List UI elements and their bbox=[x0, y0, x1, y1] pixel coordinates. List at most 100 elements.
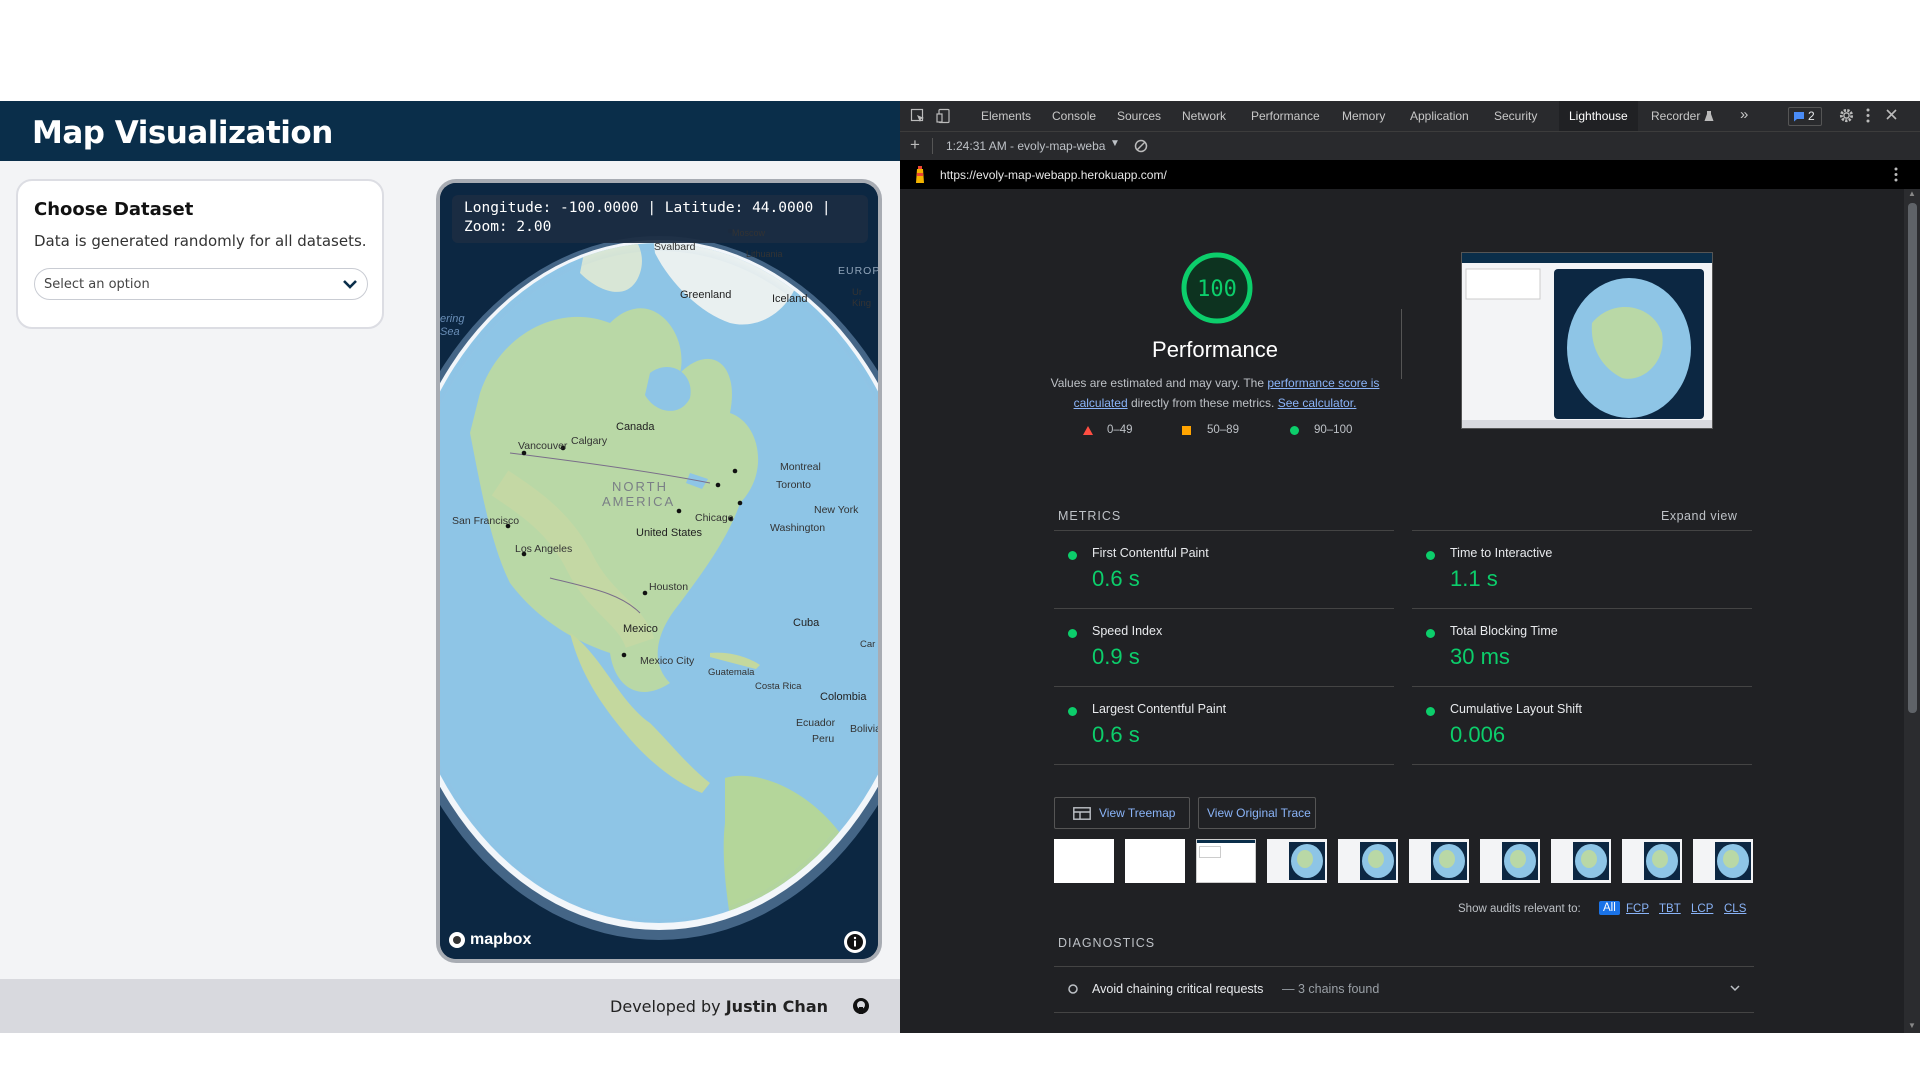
screen: Map Visualization Choose Dataset Data is… bbox=[0, 101, 1920, 1033]
map-label-san-francisco: San Francisco bbox=[452, 515, 520, 527]
metric-label: Largest Contentful Paint bbox=[1092, 702, 1227, 716]
pass-indicator-icon bbox=[1426, 629, 1435, 638]
metric-value: 1.1 s bbox=[1450, 566, 1498, 591]
metrics-section-title: METRICS bbox=[1058, 509, 1122, 523]
chevron-down-icon[interactable] bbox=[1730, 985, 1740, 992]
map-label-united-states: United States bbox=[636, 527, 703, 539]
pass-indicator-icon bbox=[1426, 551, 1435, 560]
tab-sources[interactable]: Sources bbox=[1117, 109, 1161, 123]
map-app: Map Visualization Choose Dataset Data is… bbox=[0, 101, 900, 1033]
audited-url: https://evoly-map-webapp.herokuapp.com/ bbox=[940, 168, 1167, 182]
view-original-trace-button[interactable]: View Original Trace bbox=[1198, 797, 1316, 829]
map-label-montreal: Montreal bbox=[780, 461, 821, 473]
tab-console[interactable]: Console bbox=[1052, 109, 1096, 123]
metric-value: 0.6 s bbox=[1092, 722, 1140, 747]
tab-recorder[interactable]: Recorder bbox=[1651, 109, 1700, 123]
add-icon[interactable]: + bbox=[910, 135, 920, 155]
report-dropdown-icon[interactable]: ▼ bbox=[1110, 138, 1120, 149]
map-label-iceland: Iceland bbox=[772, 293, 808, 305]
metric-first-contentful-paint: First Contentful Paint 0.6 s bbox=[1054, 530, 1394, 608]
metric-total-blocking-time: Total Blocking Time 30 ms bbox=[1412, 608, 1752, 686]
legend-pass: 90–100 bbox=[1314, 424, 1353, 436]
filter-all[interactable]: All bbox=[1599, 901, 1620, 915]
app-title: Map Visualization bbox=[32, 115, 333, 151]
audit-title: Avoid chaining critical requests bbox=[1092, 982, 1264, 996]
clear-icon[interactable] bbox=[1134, 139, 1148, 153]
metric-time-to-interactive: Time to Interactive 1.1 s bbox=[1412, 530, 1752, 608]
flask-icon bbox=[1704, 111, 1714, 121]
close-icon[interactable] bbox=[1885, 108, 1898, 121]
scroll-up-icon[interactable]: ▲ bbox=[1908, 189, 1916, 198]
map-label-greenland: Greenland bbox=[680, 289, 732, 301]
performance-score-gauge: 100 bbox=[1181, 252, 1253, 324]
toolbar-divider bbox=[932, 138, 933, 154]
average-square-icon bbox=[1182, 426, 1191, 435]
footer-author: Justin Chan bbox=[725, 997, 828, 1016]
filter-tbt[interactable]: TBT bbox=[1659, 903, 1681, 915]
tab-application[interactable]: Application bbox=[1410, 109, 1469, 123]
filmstrip-frame-globe bbox=[1551, 839, 1611, 883]
coordinates-line-2: Zoom: 2.00 bbox=[464, 219, 552, 235]
treemap-icon bbox=[1073, 807, 1091, 820]
tab-elements[interactable]: Elements bbox=[981, 109, 1031, 123]
map-label-chicago: Chicago bbox=[695, 512, 734, 524]
filter-cls[interactable]: CLS bbox=[1724, 903, 1746, 915]
scrollbar-thumb[interactable] bbox=[1908, 203, 1917, 713]
github-icon[interactable] bbox=[852, 997, 870, 1015]
pass-indicator-icon bbox=[1068, 707, 1077, 716]
metric-value: 30 ms bbox=[1450, 644, 1510, 669]
audit-filter-label: Show audits relevant to: bbox=[1458, 903, 1581, 915]
mapbox-logo[interactable]: mapbox bbox=[448, 931, 531, 949]
device-toolbar-icon[interactable] bbox=[936, 108, 952, 124]
map-label-peru: Peru bbox=[812, 733, 835, 745]
map-label-caribbean: Car bbox=[860, 639, 876, 650]
map-label-lithuania: Lithuania bbox=[746, 249, 783, 259]
filmstrip-frame-globe bbox=[1338, 839, 1398, 883]
mapbox-brand: mapbox bbox=[470, 931, 532, 948]
dataset-select-placeholder: Select an option bbox=[44, 277, 150, 292]
map-label-north: NORTH bbox=[612, 479, 668, 494]
tab-performance[interactable]: Performance bbox=[1251, 109, 1320, 123]
report-selector[interactable]: 1:24:31 AM - evoly-map-weba bbox=[946, 139, 1105, 153]
app-header: Map Visualization bbox=[0, 101, 900, 161]
map-label-colombia: Colombia bbox=[820, 691, 867, 703]
map-label-america: AMERICA bbox=[602, 494, 676, 509]
message-icon bbox=[1794, 112, 1804, 122]
final-screenshot-thumbnail[interactable] bbox=[1461, 252, 1713, 429]
inspect-element-icon[interactable] bbox=[910, 108, 926, 124]
scroll-down-icon[interactable]: ▼ bbox=[1908, 1021, 1916, 1030]
tab-memory[interactable]: Memory bbox=[1342, 109, 1385, 123]
more-options-icon[interactable] bbox=[1866, 108, 1870, 123]
expand-view-toggle[interactable]: Expand view bbox=[1661, 509, 1737, 523]
globe-map bbox=[440, 183, 878, 959]
dataset-card-subtitle: Data is generated randomly for all datas… bbox=[34, 232, 367, 250]
fail-triangle-icon bbox=[1083, 426, 1093, 435]
map-label-ecuador: Ecuador bbox=[796, 717, 836, 729]
pass-indicator-icon bbox=[1068, 629, 1077, 638]
filter-lcp[interactable]: LCP bbox=[1691, 903, 1713, 915]
map-label-los-angeles: Los Angeles bbox=[515, 543, 573, 555]
attribution-info-button[interactable] bbox=[844, 931, 866, 953]
devtools-panel: Elements Console Sources Network Perform… bbox=[900, 101, 1920, 1033]
filmstrip-frame-header bbox=[1196, 839, 1256, 883]
report-menu-icon[interactable] bbox=[1894, 167, 1898, 182]
view-treemap-button[interactable]: View Treemap bbox=[1054, 797, 1190, 829]
more-tabs-icon[interactable]: » bbox=[1740, 106, 1748, 123]
filmstrip-frame-globe bbox=[1409, 839, 1469, 883]
map-label-washington: Washington bbox=[770, 522, 826, 534]
tab-lighthouse[interactable]: Lighthouse bbox=[1559, 101, 1638, 131]
pass-indicator-icon bbox=[1426, 707, 1435, 716]
audit-row[interactable]: Avoid chaining critical requests — 3 cha… bbox=[1054, 966, 1754, 1013]
calculator-link[interactable]: See calculator. bbox=[1278, 396, 1357, 410]
tab-security[interactable]: Security bbox=[1494, 109, 1537, 123]
settings-icon[interactable] bbox=[1839, 108, 1854, 123]
map-canvas[interactable]: Longitude: -100.0000 | Latitude: 44.0000… bbox=[440, 183, 878, 959]
issues-badge[interactable]: 2 bbox=[1788, 107, 1822, 126]
report-scrollbar[interactable]: ▲ ▼ bbox=[1904, 189, 1920, 1033]
map-label-moscow: Moscow bbox=[732, 228, 766, 238]
filter-fcp[interactable]: FCP bbox=[1626, 903, 1649, 915]
map-label-toronto: Toronto bbox=[776, 479, 812, 491]
map-label-uk: Ur King bbox=[852, 287, 872, 309]
tab-network[interactable]: Network bbox=[1182, 109, 1226, 123]
dataset-select[interactable]: Select an option bbox=[34, 268, 368, 300]
